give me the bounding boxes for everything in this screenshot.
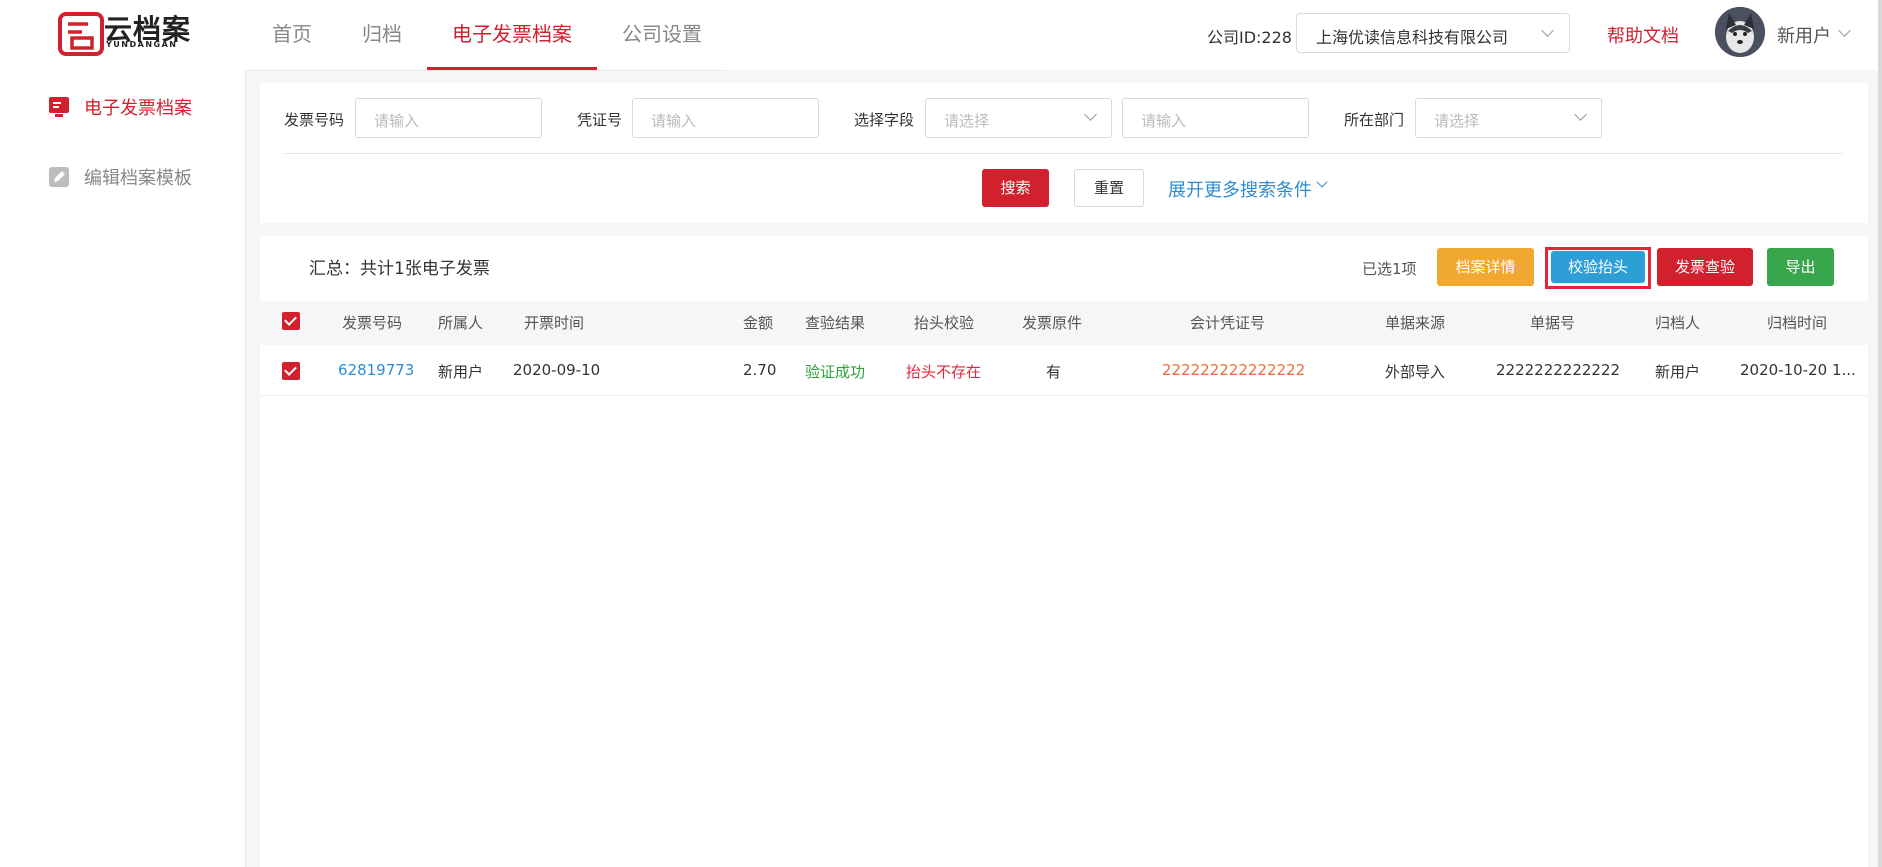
chevron-down-icon xyxy=(1541,24,1554,37)
th-original[interactable]: 发票原件 xyxy=(1022,312,1082,333)
tab-company-settings[interactable]: 公司设置 xyxy=(622,18,702,47)
username[interactable]: 新用户 xyxy=(1777,22,1831,48)
invoice-no-input[interactable]: 请输入 xyxy=(355,98,542,138)
cell-voucher-no[interactable]: 222222222222222 xyxy=(1162,361,1305,379)
company-select[interactable]: 上海优读信息科技有限公司 xyxy=(1296,13,1570,53)
husky-avatar-icon xyxy=(1715,7,1765,57)
expand-more-filters-link[interactable]: 展开更多搜索条件 xyxy=(1168,176,1312,202)
cell-check-result: 验证成功 xyxy=(805,363,866,381)
sidebar-item-e-invoice-archive[interactable]: 电子发票档案 xyxy=(84,94,192,120)
cell-doc-source: 外部导入 xyxy=(1385,363,1446,381)
voucher-input[interactable]: 请输入 xyxy=(632,98,819,138)
tab-home[interactable]: 首页 xyxy=(272,18,312,47)
th-voucher-no[interactable]: 会计凭证号 xyxy=(1190,312,1265,333)
voucher-placeholder: 请输入 xyxy=(651,112,697,130)
tab-archive[interactable]: 归档 xyxy=(362,18,402,47)
cell-original: 有 xyxy=(1046,363,1062,381)
top-bar: 云档案 YUNDANGAN 首页 归档 电子发票档案 公司设置 公司ID:228… xyxy=(0,0,1882,70)
invoice-no-label: 发票号码 xyxy=(284,111,345,129)
invoice-archive-icon xyxy=(48,96,70,118)
help-docs-link[interactable]: 帮助文档 xyxy=(1607,22,1679,48)
chevron-down-icon xyxy=(1574,108,1587,121)
table-row xyxy=(260,395,1868,396)
th-archive-time[interactable]: 归档时间 xyxy=(1767,312,1827,333)
filter-divider xyxy=(284,153,1842,154)
chevron-down-icon xyxy=(1084,108,1097,121)
select-all-checkbox[interactable] xyxy=(282,312,300,330)
cell-owner: 新用户 xyxy=(438,363,484,381)
cell-archive-time: 2020-10-20 1... xyxy=(1740,361,1856,379)
th-invoice-no[interactable]: 发票号码 xyxy=(342,312,402,333)
voucher-label: 凭证号 xyxy=(577,111,623,129)
reset-button[interactable]: 重置 xyxy=(1074,169,1144,207)
export-button[interactable]: 导出 xyxy=(1767,248,1834,286)
search-button[interactable]: 搜索 xyxy=(982,169,1049,207)
cell-doc-no: 2222222222222 xyxy=(1496,361,1621,379)
cell-amount: 2.70 xyxy=(743,361,777,379)
field-value-input[interactable]: 请输入 xyxy=(1122,98,1309,138)
avatar[interactable] xyxy=(1715,7,1765,57)
nav-divider xyxy=(246,70,726,71)
field-select[interactable]: 请选择 xyxy=(925,98,1112,138)
row-checkbox[interactable] xyxy=(282,362,300,380)
sidebar: 电子发票档案 编辑档案模板 xyxy=(0,70,246,867)
department-placeholder: 请选择 xyxy=(1434,112,1480,130)
th-issue-date[interactable]: 开票时间 xyxy=(524,312,584,333)
th-doc-no[interactable]: 单据号 xyxy=(1530,312,1575,333)
department-select[interactable]: 请选择 xyxy=(1415,98,1602,138)
field-select-placeholder: 请选择 xyxy=(944,112,990,130)
field-select-label: 选择字段 xyxy=(854,111,915,129)
selected-count: 已选1项 xyxy=(1362,260,1417,278)
department-label: 所在部门 xyxy=(1344,111,1405,129)
invoice-check-button[interactable]: 发票查验 xyxy=(1657,248,1753,286)
company-id: 公司ID:228 xyxy=(1207,28,1292,47)
scrollbar-track[interactable] xyxy=(1878,0,1882,867)
cell-archiver: 新用户 xyxy=(1655,363,1701,381)
cell-title-check: 抬头不存在 xyxy=(906,363,982,381)
th-title-check[interactable]: 抬头校验 xyxy=(914,312,974,333)
th-archiver[interactable]: 归档人 xyxy=(1655,312,1700,333)
th-owner[interactable]: 所属人 xyxy=(438,312,483,333)
field-value-placeholder: 请输入 xyxy=(1141,112,1187,130)
th-check-result[interactable]: 查验结果 xyxy=(805,312,865,333)
edit-template-icon xyxy=(48,166,70,188)
th-doc-source[interactable]: 单据来源 xyxy=(1385,312,1445,333)
verify-title-button[interactable]: 校验抬头 xyxy=(1551,251,1645,283)
user-menu-chevron-icon[interactable] xyxy=(1838,24,1851,37)
company-select-value: 上海优读信息科技有限公司 xyxy=(1316,28,1509,47)
sidebar-item-edit-template[interactable]: 编辑档案模板 xyxy=(84,164,192,190)
logo-subtitle: YUNDANGAN xyxy=(106,40,178,49)
th-amount[interactable]: 金额 xyxy=(743,312,773,333)
summary-text: 汇总：共计1张电子发票 xyxy=(309,259,490,279)
archive-detail-button[interactable]: 档案详情 xyxy=(1437,248,1534,286)
logo-mark-icon xyxy=(58,12,104,56)
tab-e-invoice-archive[interactable]: 电子发票档案 xyxy=(452,18,572,47)
cell-invoice-no[interactable]: 62819773 xyxy=(338,361,414,379)
cell-issue-date: 2020-09-10 xyxy=(513,361,601,379)
invoice-no-placeholder: 请输入 xyxy=(374,112,420,130)
